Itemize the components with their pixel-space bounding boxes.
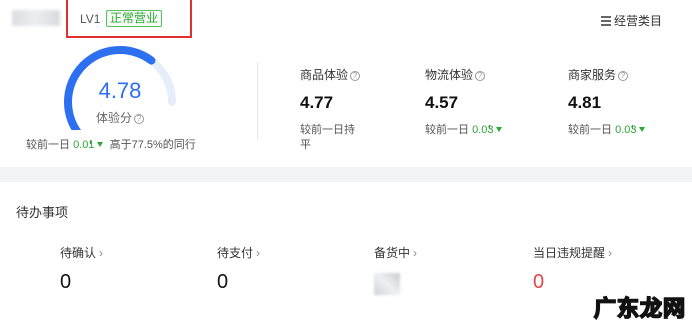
metric-value: 4.57 (425, 93, 459, 112)
help-icon[interactable]: ? (134, 114, 144, 124)
shop-name-redacted (12, 10, 60, 26)
divider (257, 62, 258, 140)
metric-title-text: 商品体验 (300, 68, 349, 82)
chevron-right-icon: › (413, 246, 418, 260)
todo-title: 待办事项 (16, 205, 69, 220)
peer-compare-text: 高于77.5%的同行 (109, 139, 196, 151)
metric-compare-text: 较前一日 (425, 124, 469, 136)
chevron-right-icon: › (608, 246, 613, 260)
metric-compare: 较前一日 0.03 (568, 123, 678, 138)
experience-score-label: 体验分 (95, 111, 132, 125)
experience-score-compare: 较前一日 0.01 高于77.5%的同行 (26, 136, 196, 152)
todo-value: 0 (217, 271, 229, 293)
metric-value: 4.81 (568, 93, 602, 112)
metric-title-text: 商家服务 (568, 68, 617, 82)
todo-label: 待确认 › (60, 244, 103, 261)
shop-level: LV1 (80, 12, 101, 26)
arrow-down-icon (639, 127, 646, 132)
help-icon[interactable]: ? (618, 71, 629, 81)
todo-label-text: 当日违规提醒 (533, 246, 606, 260)
arrow-down-icon (97, 142, 104, 147)
metric-compare-text: 较前一日 (568, 124, 612, 136)
metric-product-experience: 商品体验? 4.77 较前一日持平 (300, 66, 410, 153)
todo-value: 0 (60, 271, 72, 293)
metric-logistics-experience: 物流体验? 4.57 较前一日 0.03 (425, 66, 535, 138)
business-category-label: 经营类目 (613, 14, 662, 28)
experience-score-label-row: 体验分? (60, 109, 180, 126)
shop-status-badge: 正常营业 (106, 10, 163, 27)
metric-value: 4.77 (300, 93, 334, 112)
watermark: 广东龙网 (593, 291, 686, 323)
todo-item-violation-alert[interactable]: 当日违规提醒 › 0 (533, 244, 612, 294)
todo-label: 备货中 › (374, 244, 417, 261)
arrow-down-icon-stem (632, 125, 634, 129)
todo-label-text: 待支付 (217, 246, 254, 260)
business-category-link[interactable]: 经营类目 (600, 12, 662, 29)
todo-label-text: 待确认 (60, 246, 97, 260)
todo-item-to-confirm[interactable]: 待确认 › 0 (60, 244, 103, 294)
metric-merchant-service: 商家服务? 4.81 较前一日 0.03 (568, 66, 678, 138)
metric-compare: 较前一日持平 (300, 123, 364, 153)
metric-title-text: 物流体验 (425, 68, 474, 82)
help-icon[interactable]: ? (350, 71, 361, 81)
todo-label-text: 备货中 (374, 246, 411, 260)
todo-value-redacted (374, 273, 400, 295)
todo-item-preparing[interactable]: 备货中 › (374, 244, 417, 295)
chevron-right-icon: › (99, 246, 104, 260)
arrow-down-icon-stem (90, 140, 92, 144)
todo-label: 待支付 › (217, 244, 260, 261)
arrow-down-icon (496, 127, 503, 132)
metric-title: 商家服务? (568, 66, 678, 83)
watermark-text: 广东龙网 (593, 295, 686, 323)
chevron-right-icon: › (256, 246, 261, 260)
todo-item-to-pay[interactable]: 待支付 › 0 (217, 244, 260, 294)
metric-compare: 较前一日 0.03 (425, 123, 535, 138)
metric-compare-text: 较前一日持平 (300, 124, 355, 151)
help-icon[interactable]: ? (475, 71, 486, 81)
compare-prefix: 较前一日 (26, 139, 70, 151)
list-icon (600, 16, 611, 26)
arrow-down-icon-stem (489, 125, 491, 129)
experience-score-value: 4.78 (98, 78, 142, 103)
metric-title: 物流体验? (425, 66, 535, 83)
metric-title: 商品体验? (300, 66, 410, 83)
todo-label: 当日违规提醒 › (533, 244, 612, 261)
